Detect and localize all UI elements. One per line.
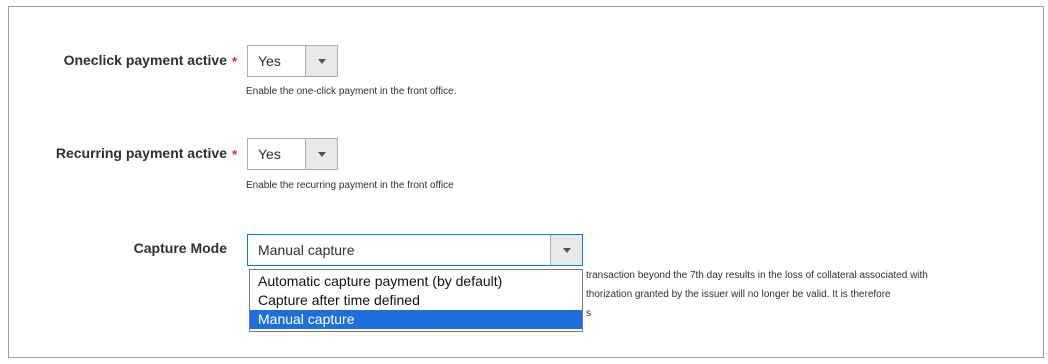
oneclick-select[interactable]: Yes <box>247 45 338 77</box>
recurring-required-mark: * <box>232 147 238 162</box>
oneclick-note: Enable the one-click payment in the fron… <box>246 86 457 97</box>
recurring-note: Enable the recurring payment in the fron… <box>246 180 454 191</box>
chevron-down-icon <box>317 151 326 157</box>
capture-option-manual[interactable]: Manual capture <box>250 310 582 329</box>
oneclick-label: Oneclick payment active <box>63 52 227 68</box>
recurring-select-value: Yes <box>258 146 281 162</box>
oneclick-required-mark: * <box>232 54 238 69</box>
config-panel: Oneclick payment active * Yes Enable the… <box>8 6 1044 358</box>
capture-mode-options-list[interactable]: Automatic capture payment (by default) C… <box>249 269 583 332</box>
recurring-dropdown-button[interactable] <box>305 139 337 169</box>
capture-mode-select-value: Manual capture <box>258 242 355 258</box>
capture-option-automatic[interactable]: Automatic capture payment (by default) <box>250 272 582 291</box>
capture-mode-note-line-2: thorization granted by the issuer will n… <box>586 289 891 300</box>
capture-mode-dropdown-button[interactable] <box>550 235 582 265</box>
oneclick-dropdown-button[interactable] <box>305 46 337 76</box>
recurring-label: Recurring payment active <box>55 145 227 161</box>
capture-mode-note-line-1: transaction beyond the 7th day results i… <box>586 270 928 281</box>
capture-mode-select[interactable]: Manual capture <box>247 234 583 266</box>
chevron-down-icon <box>317 58 326 64</box>
capture-mode-note-line-3: s <box>586 308 591 319</box>
chevron-down-icon <box>562 247 571 253</box>
capture-option-time-defined[interactable]: Capture after time defined <box>250 291 582 310</box>
capture-mode-label: Capture Mode <box>133 240 227 256</box>
oneclick-select-value: Yes <box>258 53 281 69</box>
recurring-select[interactable]: Yes <box>247 138 338 170</box>
